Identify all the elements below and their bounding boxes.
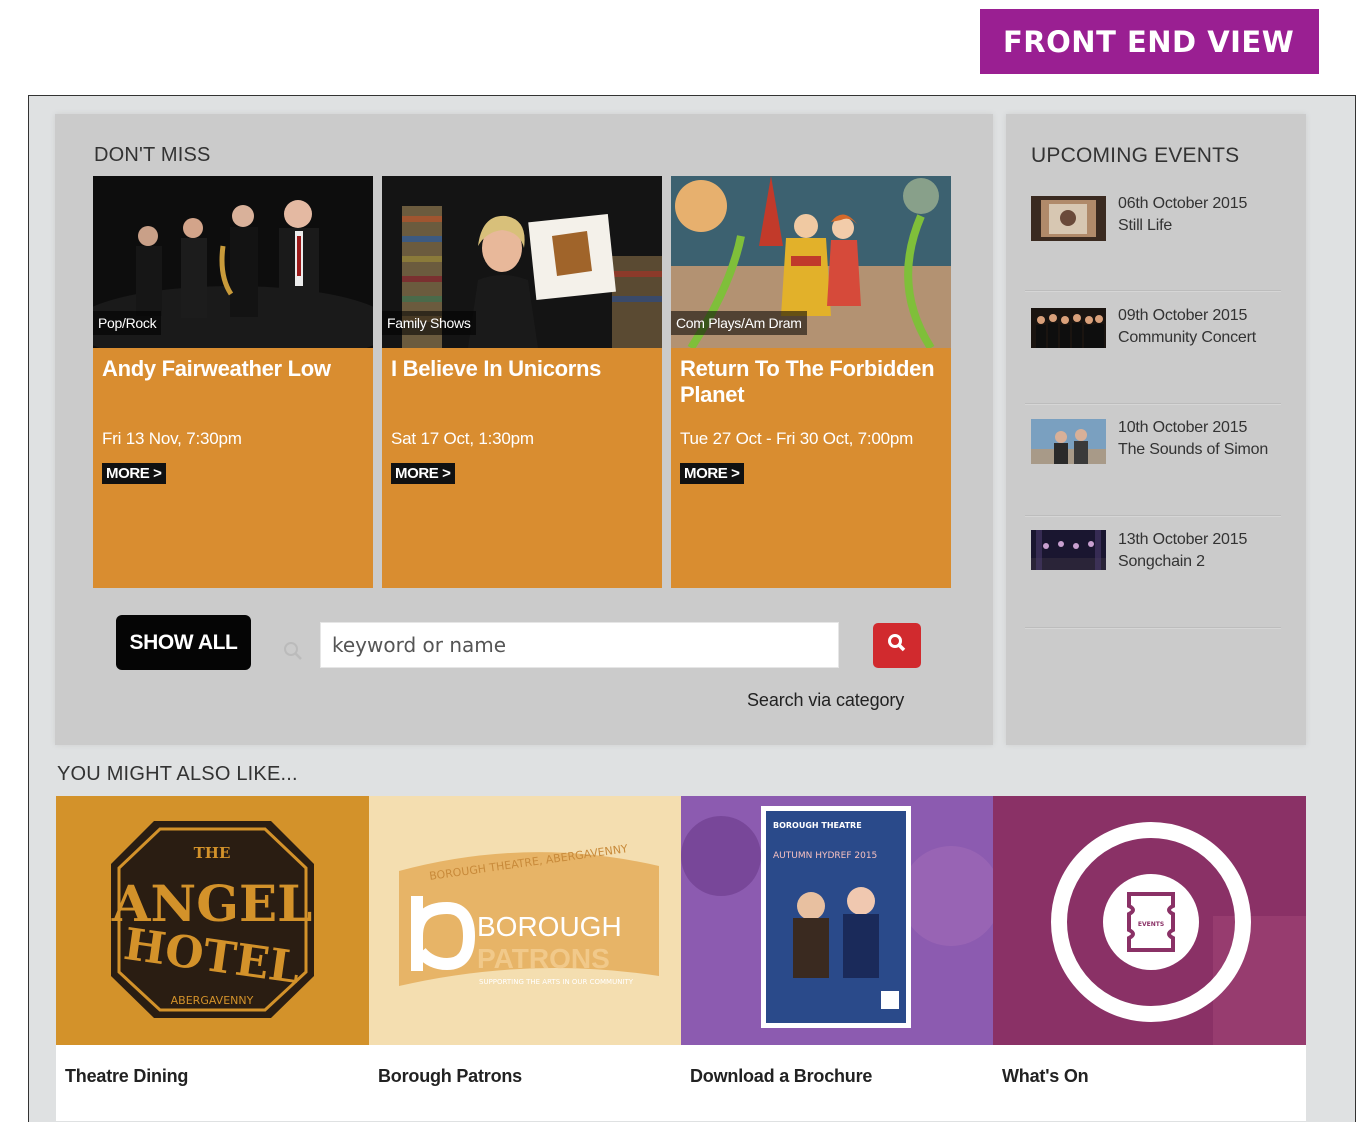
- svg-text:ABERGAVENNY: ABERGAVENNY: [171, 994, 254, 1007]
- event-title[interactable]: I Believe In Unicorns: [391, 356, 653, 382]
- search-icon: [886, 632, 908, 659]
- svg-text:AUTUMN HYDREF 2015: AUTUMN HYDREF 2015: [773, 851, 877, 861]
- more-button[interactable]: MORE >: [680, 463, 744, 484]
- tile-label[interactable]: Theatre Dining: [65, 1066, 188, 1087]
- tile-label[interactable]: Borough Patrons: [378, 1066, 522, 1087]
- divider: [1025, 290, 1281, 292]
- event-thumbnail: [1031, 419, 1106, 464]
- upcoming-event-date: 10th October 2015: [1118, 419, 1248, 436]
- search-via-category-link[interactable]: Search via category: [747, 690, 904, 711]
- borough-patrons-logo-image: BOROUGH THEATRE, ABERGAVENNY BOROUGH PAT…: [369, 796, 682, 1045]
- upcoming-event-date: 06th October 2015: [1118, 195, 1248, 212]
- tile-whats-on[interactable]: EVENTS What's On: [993, 796, 1306, 1121]
- svg-text:BOROUGH: BOROUGH: [477, 911, 622, 942]
- divider: [1025, 515, 1281, 517]
- event-card-i-believe-in-unicorns[interactable]: Family Shows I Believe In Unicorns Sat 1…: [382, 176, 662, 588]
- front-end-view-label: FRONT END VIEW: [980, 9, 1319, 74]
- brochure-cover-image: BOROUGH THEATRE AUTUMN HYDREF 2015: [681, 796, 994, 1045]
- event-date: Sat 17 Oct, 1:30pm: [391, 429, 534, 448]
- dont-miss-heading: DON'T MISS: [94, 144, 211, 166]
- whats-on-image: EVENTS: [993, 796, 1306, 1045]
- svg-text:SUPPORTING THE ARTS IN OUR COM: SUPPORTING THE ARTS IN OUR COMMUNITY: [479, 978, 634, 986]
- tile-label[interactable]: What's On: [1002, 1066, 1089, 1087]
- more-button[interactable]: MORE >: [102, 463, 166, 484]
- show-all-button[interactable]: SHOW ALL: [116, 615, 251, 670]
- svg-text:THE: THE: [194, 844, 231, 862]
- more-button[interactable]: MORE >: [391, 463, 455, 484]
- you-might-also-like-heading: YOU MIGHT ALSO LIKE...: [57, 763, 298, 785]
- event-card-forbidden-planet[interactable]: Com Plays/Am Dram Return To The Forbidde…: [671, 176, 951, 588]
- upcoming-event-date: 09th October 2015: [1118, 307, 1248, 324]
- search-icon: [282, 640, 304, 667]
- event-date: Fri 13 Nov, 7:30pm: [102, 429, 242, 448]
- upcoming-events-heading: UPCOMING EVENTS: [1031, 144, 1240, 167]
- tile-borough-patrons[interactable]: BOROUGH THEATRE, ABERGAVENNY BOROUGH PAT…: [369, 796, 682, 1121]
- upcoming-event-name: Still Life: [1118, 217, 1173, 234]
- event-card-andy-fairweather-low[interactable]: Pop/Rock Andy Fairweather Low Fri 13 Nov…: [93, 176, 373, 588]
- events-icon-label: EVENTS: [1138, 921, 1164, 928]
- upcoming-event-name: Community Concert: [1118, 329, 1256, 346]
- event-title[interactable]: Return To The Forbidden Planet: [680, 356, 942, 408]
- event-thumbnail: [1031, 530, 1106, 570]
- event-thumbnail: [1031, 308, 1106, 348]
- event-title[interactable]: Andy Fairweather Low: [102, 356, 364, 382]
- svg-text:BOROUGH THEATRE: BOROUGH THEATRE: [773, 821, 862, 830]
- search-input[interactable]: [320, 622, 839, 668]
- tile-theatre-dining[interactable]: THE ANGEL HOTEL ABERGAVENNY Theatre Dini…: [56, 796, 369, 1121]
- tile-label[interactable]: Download a Brochure: [690, 1066, 872, 1087]
- upcoming-event-date: 13th October 2015: [1118, 531, 1248, 548]
- upcoming-event-name: Songchain 2: [1118, 553, 1205, 570]
- tile-download-brochure[interactable]: BOROUGH THEATRE AUTUMN HYDREF 2015 Downl…: [681, 796, 994, 1121]
- angel-hotel-logo-image: THE ANGEL HOTEL ABERGAVENNY: [56, 796, 369, 1045]
- svg-text:PATRONS: PATRONS: [477, 943, 610, 974]
- event-category-label: Com Plays/Am Dram: [671, 311, 807, 335]
- event-thumbnail: [1031, 196, 1106, 241]
- search-button[interactable]: [873, 623, 921, 668]
- event-category-label: Family Shows: [382, 311, 476, 335]
- divider: [1025, 403, 1281, 405]
- event-date: Tue 27 Oct - Fri 30 Oct, 7:00pm: [680, 429, 914, 448]
- divider: [1025, 627, 1281, 629]
- event-category-label: Pop/Rock: [93, 311, 162, 335]
- upcoming-event-name: The Sounds of Simon: [1118, 441, 1269, 458]
